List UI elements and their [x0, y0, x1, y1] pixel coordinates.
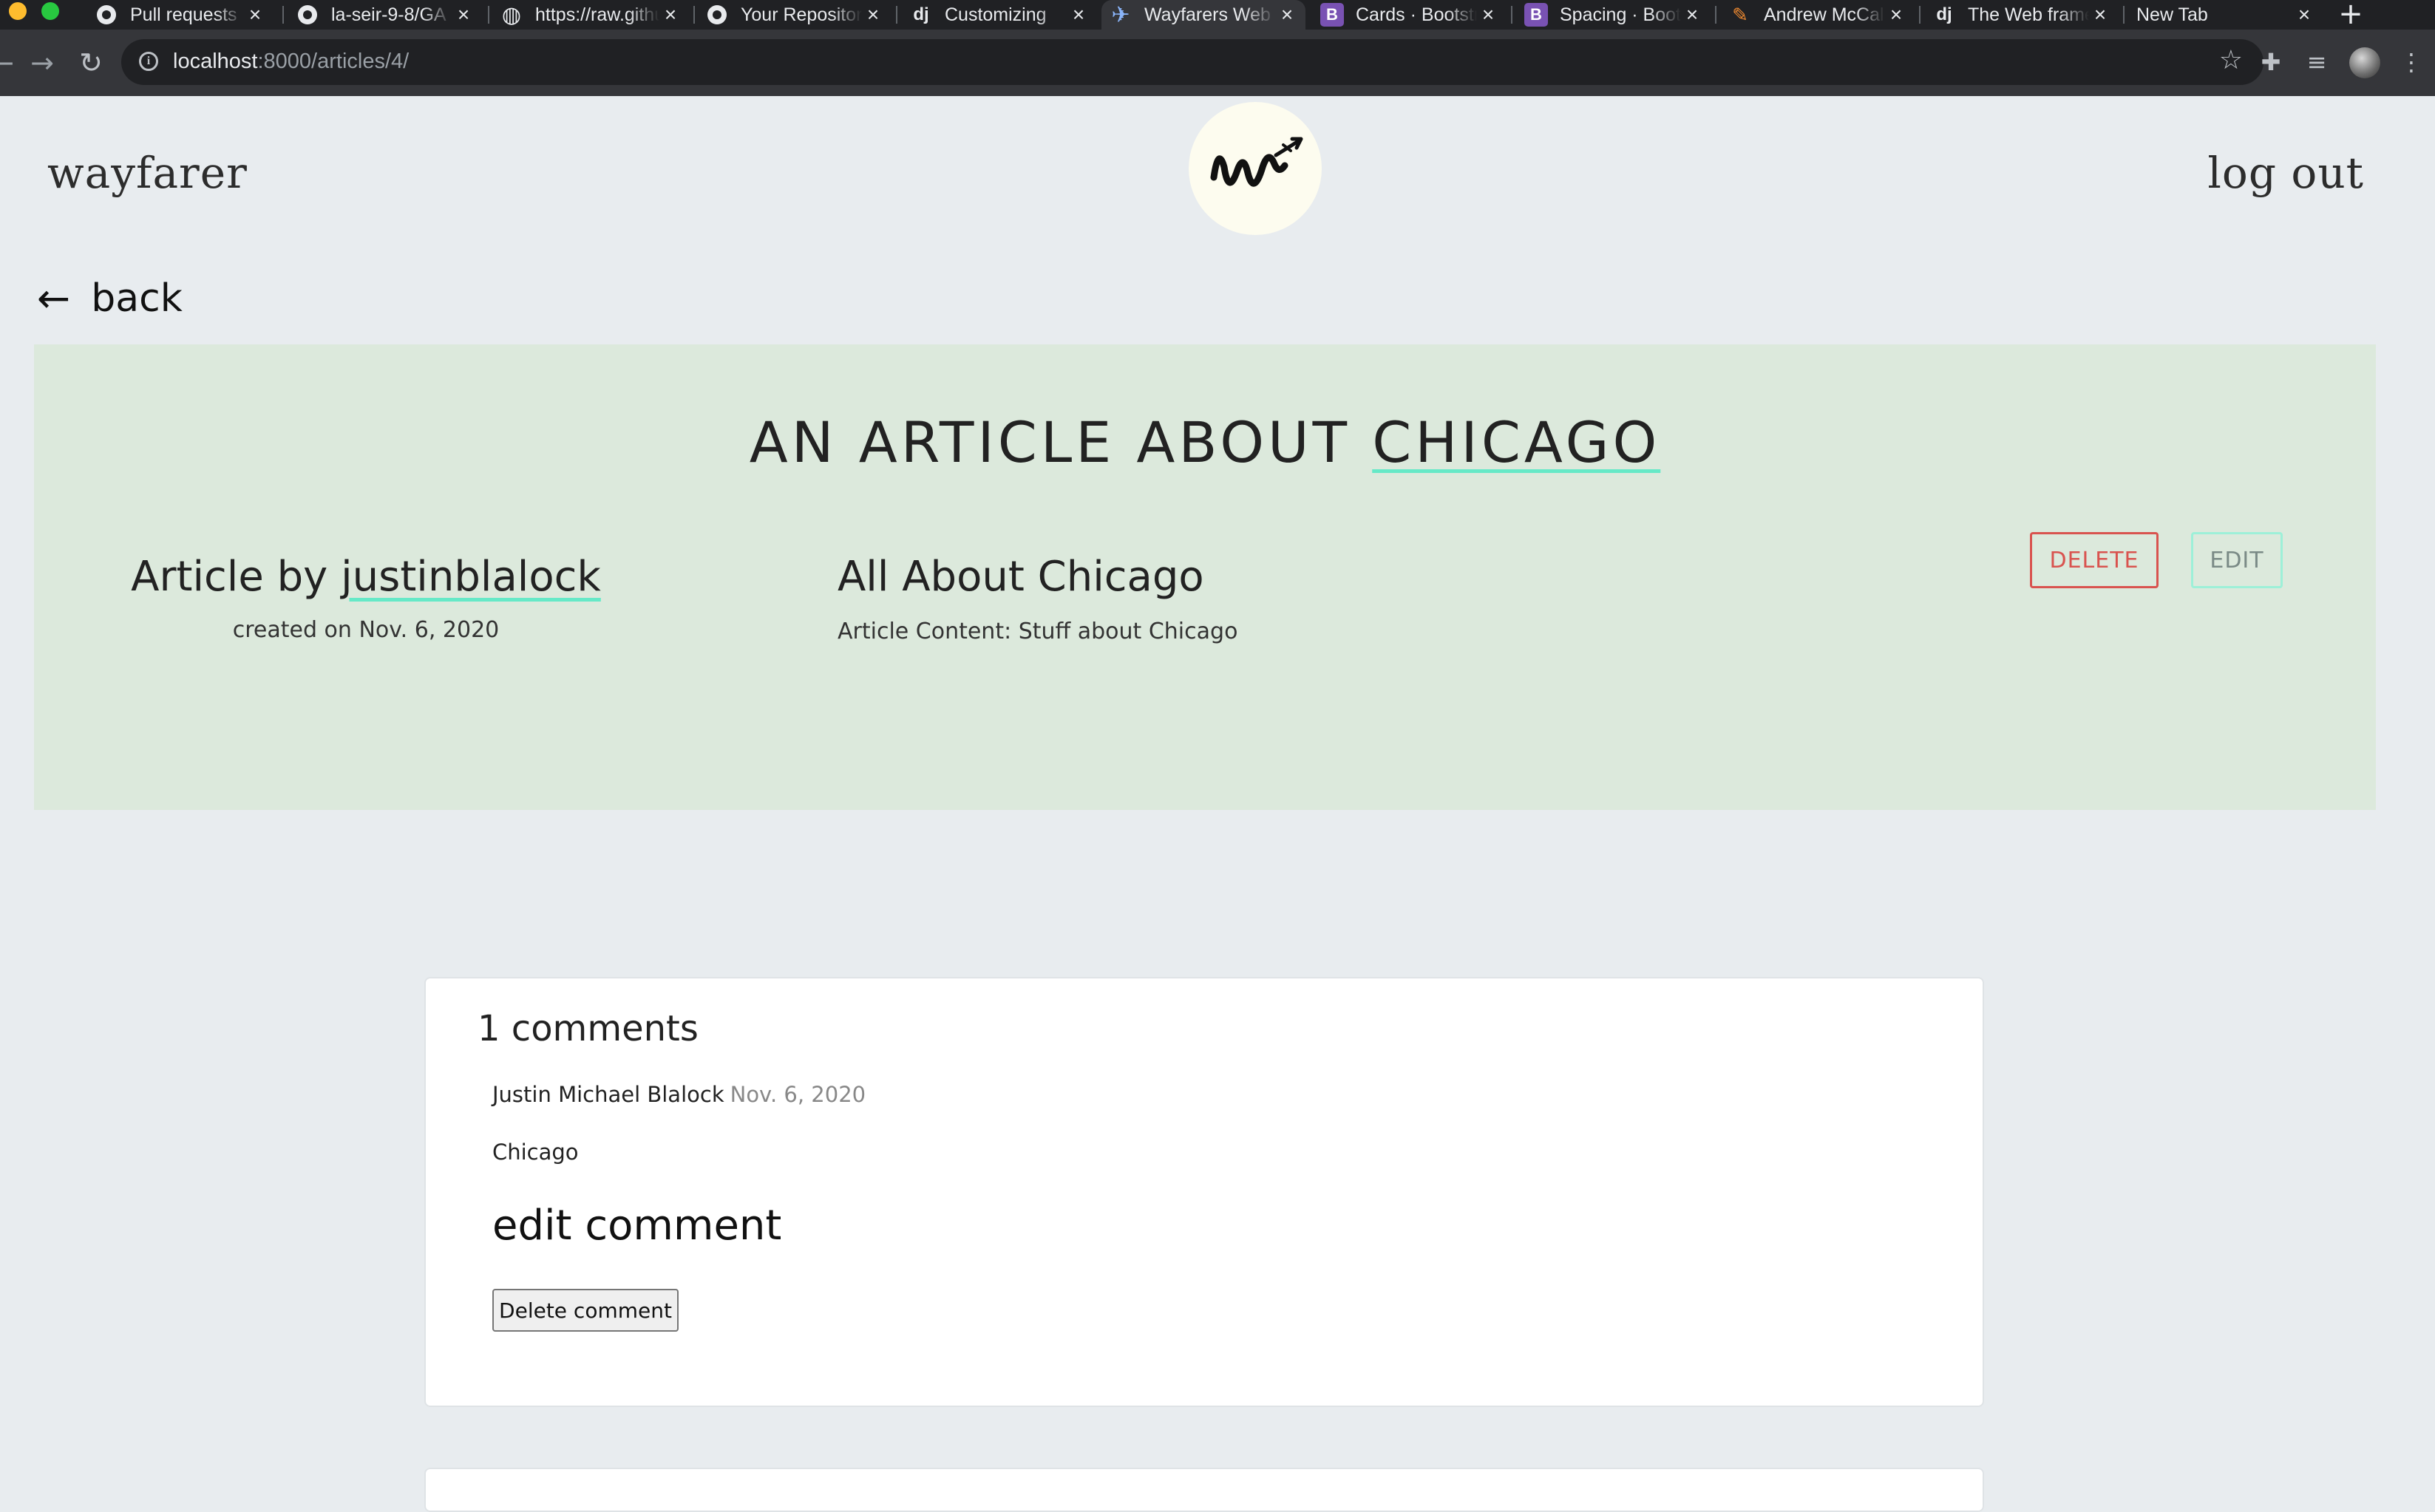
browser-tab[interactable]: B Spacing · Bootstrap ×	[1517, 0, 1711, 30]
comments-card: 1 comments Justin Michael Blalock Nov. 6,…	[424, 977, 1984, 1407]
url-text[interactable]: localhost:8000/articles/4/	[173, 50, 409, 74]
comments-count: 1 comments	[478, 1008, 699, 1049]
extensions-puzzle-icon[interactable]: ✚	[2255, 46, 2287, 78]
django-icon: dj	[1936, 4, 1952, 24]
tab-title: The Web framework	[1968, 4, 2089, 25]
minimize-window-button[interactable]	[9, 2, 27, 20]
logout-link[interactable]: log out	[2207, 148, 2364, 198]
article-title-prefix: AN ARTICLE ABOUT	[749, 409, 1373, 475]
close-tab-icon[interactable]: ×	[1276, 3, 1298, 27]
django-icon: dj	[913, 4, 929, 24]
tab-title: Wayfarers Web	[1144, 4, 1271, 25]
browser-tab[interactable]: New Tab ×	[2129, 0, 2323, 30]
close-tab-icon[interactable]: ×	[659, 3, 682, 27]
author-heading: Article by justinblalock	[126, 553, 606, 601]
tab-title: Pull requests	[130, 4, 237, 25]
author-block: Article by justinblalock created on Nov.…	[126, 553, 606, 643]
close-tab-icon[interactable]: ×	[2089, 3, 2111, 27]
article-body: All About Chicago Article Content: Stuff…	[838, 553, 1237, 644]
close-tab-icon[interactable]: ×	[1681, 3, 1703, 27]
back-nav-icon[interactable]: ←	[0, 46, 19, 80]
tab-title: https://raw.githubusercontent	[535, 4, 659, 25]
tab-title: la-seir-9-8/GA	[331, 4, 446, 25]
logo-mark: w	[1210, 137, 1303, 187]
article-hero: AN ARTICLE ABOUT CHICAGO Article by just…	[34, 344, 2376, 810]
browser-tab-active[interactable]: ✈ Wayfarers Web ×	[1101, 0, 1305, 30]
comment-author: Justin Michael Blalock	[492, 1082, 724, 1107]
back-label: back	[91, 276, 183, 321]
city-link[interactable]: CHICAGO	[1372, 409, 1660, 475]
close-tab-icon[interactable]: ×	[1067, 3, 1090, 27]
created-date: created on Nov. 6, 2020	[232, 617, 500, 643]
forward-nav-icon[interactable]: →	[25, 46, 59, 80]
browser-tab-strip: Pull requests × la-seir-9-8/GA × ◍ https…	[0, 0, 2435, 30]
site-info-icon[interactable]: i	[139, 52, 158, 71]
pen-icon: ✎	[1732, 3, 1748, 26]
comment-date: Nov. 6, 2020	[730, 1082, 866, 1107]
browser-tab[interactable]: Your Repositories ×	[698, 0, 892, 30]
browser-tab[interactable]: ◍ https://raw.githubusercontent ×	[492, 0, 689, 30]
article-content: Article Content: Stuff about Chicago	[838, 619, 1238, 644]
address-bar[interactable]: i localhost:8000/articles/4/ ☆	[121, 39, 2264, 85]
close-tab-icon[interactable]: ×	[452, 3, 475, 27]
airplane-icon: ✈	[1111, 2, 1130, 27]
edit-article-button[interactable]: EDIT	[2191, 532, 2283, 588]
bootstrap-icon: B	[1524, 3, 1548, 27]
comment-meta: Justin Michael Blalock Nov. 6, 2020	[492, 1082, 866, 1107]
back-link[interactable]: ← back	[37, 275, 183, 321]
browser-tab[interactable]: Pull requests ×	[87, 0, 274, 30]
browser-tab[interactable]: la-seir-9-8/GA ×	[288, 0, 482, 30]
next-card	[424, 1468, 1984, 1512]
arrow-left-icon: ←	[37, 275, 71, 321]
browser-tab[interactable]: dj The Web framework ×	[1925, 0, 2119, 30]
close-tab-icon[interactable]: ×	[1477, 3, 1499, 27]
reload-icon[interactable]: ↻	[74, 46, 108, 80]
close-tab-icon[interactable]: ×	[244, 3, 266, 27]
comment-text: Chicago	[492, 1140, 579, 1165]
tab-title: Cards · Bootstrap	[1356, 4, 1477, 25]
browser-tab[interactable]: ✎ Andrew McCall ×	[1721, 0, 1915, 30]
author-prefix: Article by	[131, 553, 342, 601]
browser-tab[interactable]: dj Customizing ×	[902, 0, 1097, 30]
bookmark-star-icon[interactable]: ☆	[2219, 45, 2243, 75]
globe-icon: ◍	[501, 2, 522, 27]
author-link[interactable]: justinblalock	[341, 553, 601, 601]
close-tab-icon[interactable]: ×	[1885, 3, 1907, 27]
browser-tab[interactable]: B Cards · Bootstrap ×	[1313, 0, 1507, 30]
browser-menu-icon[interactable]: ⋮	[2395, 46, 2428, 78]
github-icon	[707, 5, 727, 24]
wayfarer-logo[interactable]: w	[1189, 102, 1322, 235]
brand-link[interactable]: wayfarer	[47, 148, 248, 198]
close-tab-icon[interactable]: ×	[2293, 3, 2315, 27]
github-icon	[298, 5, 317, 24]
page-content: wayfarer w log out ← back AN ARTICLE ABO…	[0, 96, 2435, 1512]
browser-toolbar: ← → ↻ i localhost:8000/articles/4/ ☆ ✚ ≡…	[0, 30, 2435, 96]
delete-article-button[interactable]: DELETE	[2030, 532, 2159, 588]
article-heading: All About Chicago	[838, 553, 1204, 601]
tab-title: Customizing	[945, 4, 1047, 25]
tab-title: Spacing · Bootstrap	[1560, 4, 1681, 25]
article-title: AN ARTICLE ABOUT CHICAGO	[34, 409, 2376, 475]
edit-comment-link[interactable]: edit comment	[492, 1202, 781, 1250]
reading-list-icon[interactable]: ≡	[2300, 46, 2333, 78]
maximize-window-button[interactable]	[41, 2, 59, 20]
tab-title: Andrew McCall	[1764, 4, 1885, 25]
bootstrap-icon: B	[1320, 3, 1344, 27]
tab-title: Your Repositories	[741, 4, 862, 25]
new-tab-button[interactable]: +	[2336, 0, 2366, 30]
tab-title: New Tab	[2136, 4, 2208, 25]
github-icon	[97, 5, 116, 24]
delete-comment-button[interactable]: Delete comment	[492, 1289, 679, 1332]
close-tab-icon[interactable]: ×	[862, 3, 884, 27]
profile-avatar[interactable]	[2349, 47, 2380, 78]
